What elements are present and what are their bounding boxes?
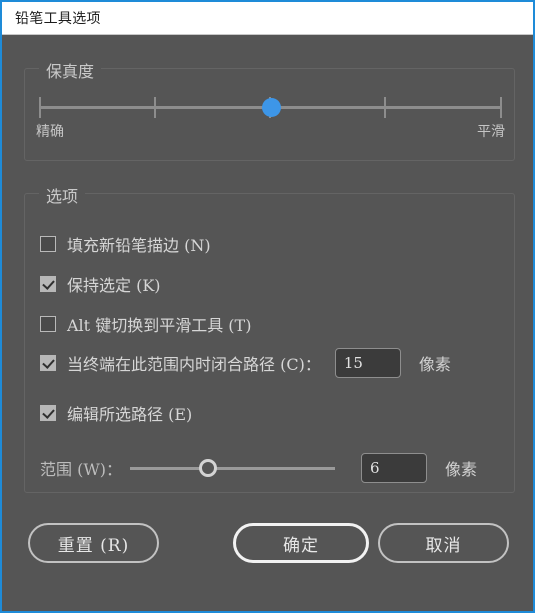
width-unit-label: 像素 <box>445 460 478 479</box>
width-slider-track[interactable] <box>130 467 336 470</box>
fidelity-group: 保真度 精确 平滑 <box>24 58 515 161</box>
option-label-keep-selected: 保持选定 (K) <box>67 276 161 295</box>
checkbox-alt-smooth-tool[interactable] <box>40 316 56 332</box>
option-row-edit-selected-paths[interactable]: 编辑所选路径 (E) <box>40 401 192 425</box>
checkbox-fill-new-strokes[interactable] <box>40 236 56 252</box>
checkbox-keep-selected[interactable] <box>40 276 56 292</box>
ok-button[interactable]: 确定 <box>233 523 369 563</box>
fidelity-slider-labels: 精确 平滑 <box>36 121 505 141</box>
fidelity-group-legend: 保真度 <box>39 58 102 82</box>
fidelity-slider[interactable] <box>39 94 502 120</box>
options-group-legend: 选项 <box>39 183 86 207</box>
fidelity-label-accurate: 精确 <box>36 124 64 140</box>
window-title: 铅笔工具选项 <box>15 11 101 27</box>
close-path-value-input[interactable]: 15 <box>334 348 401 378</box>
fidelity-label-smooth: 平滑 <box>477 124 505 140</box>
fidelity-slider-handle[interactable] <box>261 98 281 117</box>
checkbox-edit-selected-paths[interactable] <box>40 405 56 421</box>
width-value-input[interactable]: 6 <box>361 453 428 483</box>
option-label-edit-selected-paths: 编辑所选路径 (E) <box>67 405 193 424</box>
dialog-body: 保真度 精确 平滑 选项 填充新铅笔描边 (N) 保持选定 (K) Alt 键切… <box>2 35 533 611</box>
option-label-close-path: 当终端在此范围内时闭合路径 (C)： <box>67 355 321 374</box>
width-row: 范围 (W)： 6 像素 <box>40 452 500 484</box>
titlebar: 铅笔工具选项 <box>2 2 533 35</box>
width-slider-handle[interactable] <box>198 459 217 477</box>
fidelity-tick-2 <box>154 97 156 118</box>
option-row-fill-new-strokes[interactable]: 填充新铅笔描边 (N) <box>40 232 211 256</box>
option-row-close-path[interactable]: 当终端在此范围内时闭合路径 (C)： 15 像素 <box>40 348 451 378</box>
reset-button[interactable]: 重置 (R) <box>28 523 159 563</box>
fidelity-tick-5 <box>500 97 502 118</box>
options-group: 选项 填充新铅笔描边 (N) 保持选定 (K) Alt 键切换到平滑工具 (T)… <box>24 183 515 493</box>
width-slider[interactable] <box>130 458 336 478</box>
close-path-unit-label: 像素 <box>418 355 451 374</box>
checkbox-close-path[interactable] <box>40 355 56 371</box>
fidelity-tick-1 <box>39 97 41 118</box>
option-row-keep-selected[interactable]: 保持选定 (K) <box>40 272 161 296</box>
option-row-alt-smooth-tool[interactable]: Alt 键切换到平滑工具 (T) <box>40 312 251 336</box>
width-label: 范围 (W)： <box>40 460 123 479</box>
dialog-button-bar: 重置 (R) 确定 取消 <box>2 513 533 573</box>
option-label-fill-new-strokes: 填充新铅笔描边 (N) <box>67 236 211 255</box>
fidelity-tick-4 <box>384 97 386 118</box>
cancel-button[interactable]: 取消 <box>378 523 509 563</box>
pencil-tool-options-dialog: 铅笔工具选项 保真度 精确 平滑 选项 填充新铅笔描边 (N) 保持选定 (K)… <box>0 0 535 613</box>
option-label-alt-smooth-tool: Alt 键切换到平滑工具 (T) <box>67 316 252 335</box>
